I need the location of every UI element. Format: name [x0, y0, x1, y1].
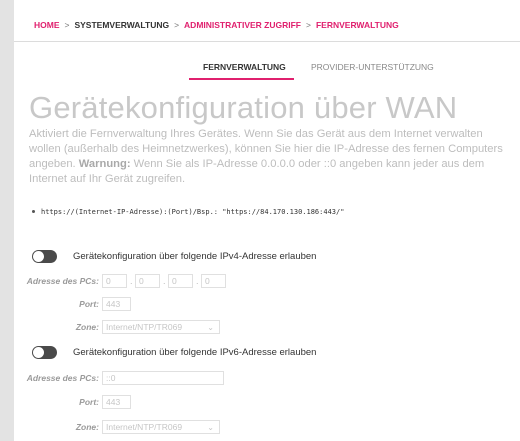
tab-provider-unterstuetzung[interactable]: PROVIDER-UNTERSTÜTZUNG: [311, 62, 434, 72]
ipv4-octet-4[interactable]: 0: [201, 274, 226, 288]
ip-dot: .: [196, 276, 199, 286]
ipv4-zone-label: Zone:: [75, 322, 99, 332]
content-panel: HOME > SYSTEMVERWALTUNG > ADMINISTRATIVER ZU…: [14, 0, 520, 441]
ipv6-zone-select[interactable]: Internet/NTP/TR069 ⌄: [102, 420, 220, 434]
breadcrumb-home[interactable]: HOME: [34, 20, 60, 30]
breadcrumb-systemverwaltung[interactable]: SYSTEMVERWALTUNG: [74, 20, 169, 30]
breadcrumb-divider: [14, 41, 520, 42]
ipv6-address-label: Adresse des PCs:: [26, 373, 99, 383]
toggle-knob: [33, 251, 44, 262]
ip-dot: .: [130, 276, 133, 286]
bullet-icon: [32, 210, 35, 213]
ipv4-zone-value: Internet/NTP/TR069: [106, 322, 183, 332]
ipv4-octet-1[interactable]: 0: [102, 274, 127, 288]
ipv6-address-input[interactable]: ::0: [102, 371, 224, 385]
breadcrumb-separator: >: [306, 20, 311, 30]
breadcrumb-separator: >: [64, 20, 70, 30]
breadcrumb: HOME > SYSTEMVERWALTUNG > ADMINISTRATIVER ZU…: [34, 20, 399, 30]
ipv6-zone-value: Internet/NTP/TR069: [106, 422, 183, 432]
toggle-knob: [33, 347, 44, 358]
active-tab-indicator: [189, 78, 294, 80]
ipv4-toggle[interactable]: [32, 250, 57, 263]
ipv4-port-input[interactable]: 443: [102, 297, 131, 311]
breadcrumb-separator: >: [174, 20, 180, 30]
breadcrumb-fernverwaltung[interactable]: FERNVERWALTUNG: [316, 20, 399, 30]
ipv6-port-input[interactable]: 443: [102, 395, 131, 409]
ipv4-octet-3[interactable]: 0: [168, 274, 193, 288]
ipv4-toggle-label: Gerätekonfiguration über folgende IPv4-A…: [73, 251, 317, 262]
ipv6-zone-label: Zone:: [75, 422, 99, 432]
ipv6-port-label: Port:: [79, 397, 99, 407]
url-hint-item: https://(Internet-IP-Adresse):(Port)/Bsp…: [32, 208, 344, 216]
ipv4-zone-select[interactable]: Internet/NTP/TR069 ⌄: [102, 320, 220, 334]
ipv6-toggle-label: Gerätekonfiguration über folgende IPv6-A…: [73, 347, 317, 358]
breadcrumb-administrativer-zugriff[interactable]: ADMINISTRATIVER ZUGRIFF: [184, 20, 301, 30]
page-description: Aktiviert die Fernverwaltung Ihres Gerät…: [29, 127, 509, 187]
tab-fernverwaltung[interactable]: FERNVERWALTUNG: [203, 62, 286, 72]
chevron-down-icon: ⌄: [207, 423, 214, 432]
warning-label: Warnung:: [78, 158, 131, 170]
ipv4-octet-2[interactable]: 0: [135, 274, 160, 288]
ipv4-address-label: Adresse des PCs:: [26, 276, 99, 286]
page-title: Gerätekonfiguration über WAN: [29, 90, 458, 125]
ipv6-toggle[interactable]: [32, 346, 57, 359]
chevron-down-icon: ⌄: [207, 323, 214, 332]
url-hint: https://(Internet-IP-Adresse):(Port)/Bsp…: [41, 208, 345, 216]
ip-dot: .: [163, 276, 166, 286]
ipv4-port-label: Port:: [79, 299, 99, 309]
